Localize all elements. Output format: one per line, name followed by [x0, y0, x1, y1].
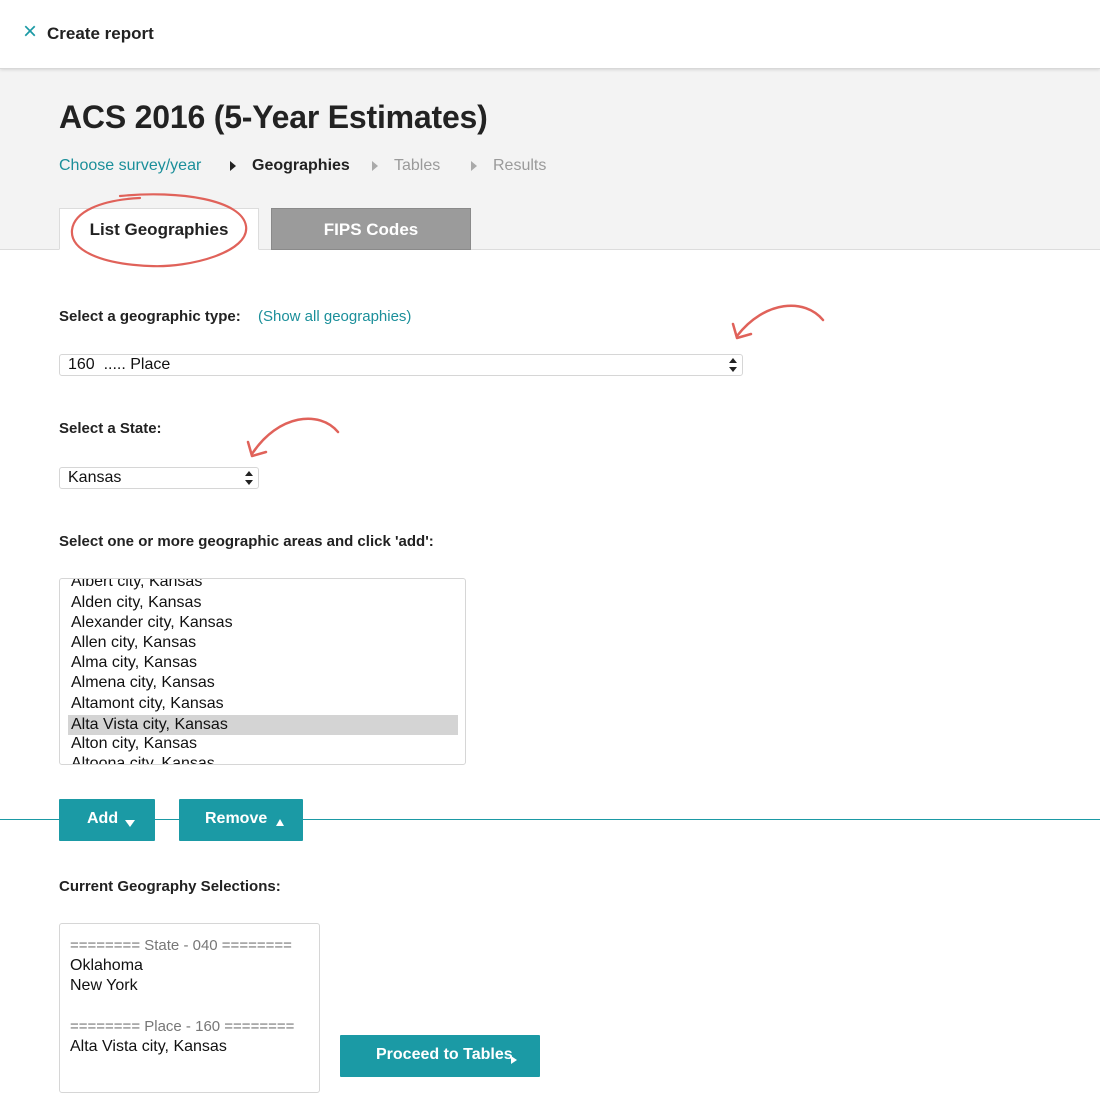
proceed-button-label: Proceed to Tables — [376, 1046, 513, 1063]
top-bar: × Create report — [0, 0, 1100, 69]
chevron-right-icon — [471, 161, 477, 171]
current-selections-label: Current Geography Selections: — [59, 878, 281, 895]
group-header-place: ======== Place - 160 ======== — [70, 1018, 295, 1035]
current-selections-box[interactable]: ======== State - 040 ======== Oklahoma N… — [59, 923, 320, 1093]
chevron-right-icon — [372, 161, 378, 171]
show-all-geographies-link[interactable]: (Show all geographies) — [258, 308, 411, 325]
triangle-right-icon — [511, 1051, 517, 1069]
state-label: Select a State: — [59, 420, 162, 437]
selection-item[interactable]: New York — [70, 976, 138, 996]
tab-list-geographies[interactable]: List Geographies — [59, 208, 259, 250]
list-item[interactable]: Alden city, Kansas — [68, 593, 458, 613]
list-item[interactable]: Albert city, Kansas — [68, 579, 458, 592]
areas-label: Select one or more geographic areas and … — [59, 533, 434, 550]
list-item[interactable]: Almena city, Kansas — [68, 673, 458, 693]
remove-button[interactable]: Remove — [179, 799, 303, 841]
breadcrumb-tables: Tables — [394, 157, 441, 174]
breadcrumb-results: Results — [493, 157, 547, 174]
list-item[interactable]: Allen city, Kansas — [68, 633, 458, 653]
triangle-down-icon — [125, 815, 135, 833]
list-item[interactable]: Alton city, Kansas — [68, 734, 458, 754]
remove-button-label: Remove — [205, 810, 268, 827]
geographic-areas-listbox[interactable]: Albert city, Kansas Alden city, Kansas A… — [59, 578, 466, 765]
list-item[interactable]: Altamont city, Kansas — [68, 694, 458, 714]
geo-type-label: Select a geographic type: — [59, 308, 241, 325]
state-select[interactable]: Kansas — [59, 467, 259, 489]
select-arrows-icon — [729, 358, 737, 372]
list-item[interactable]: Alexander city, Kansas — [68, 613, 458, 633]
list-item[interactable]: Altoona city, Kansas — [68, 754, 458, 764]
arrow-annotation-geo-type — [731, 304, 825, 340]
header-band: ACS 2016 (5-Year Estimates) Choose surve… — [0, 69, 1100, 250]
selection-item[interactable]: Alta Vista city, Kansas — [70, 1037, 227, 1057]
select-arrows-icon — [245, 471, 253, 485]
breadcrumb-geographies: Geographies — [252, 157, 350, 174]
triangle-up-icon — [276, 814, 284, 832]
breadcrumb-choose-survey[interactable]: Choose survey/year — [59, 157, 201, 175]
state-select-value: Kansas — [68, 469, 122, 486]
selection-item[interactable]: Oklahoma — [70, 956, 143, 976]
add-button[interactable]: Add — [59, 799, 155, 841]
tab-fips-codes[interactable]: FIPS Codes — [271, 208, 471, 250]
proceed-to-tables-button[interactable]: Proceed to Tables — [340, 1035, 540, 1077]
page-title: ACS 2016 (5-Year Estimates) — [59, 99, 488, 135]
dialog-title: Create report — [47, 24, 154, 43]
geo-type-select[interactable]: 160 ..... Place — [59, 354, 743, 376]
group-header-state: ======== State - 040 ======== — [70, 937, 292, 954]
list-item[interactable]: Alma city, Kansas — [68, 653, 458, 673]
divider — [0, 819, 1100, 820]
add-button-label: Add — [87, 810, 119, 827]
chevron-right-icon — [230, 161, 236, 171]
geo-type-select-value: 160 ..... Place — [68, 356, 171, 373]
list-item-selected[interactable]: Alta Vista city, Kansas — [68, 715, 458, 735]
arrow-annotation-state — [246, 417, 340, 458]
close-icon[interactable]: × — [20, 20, 40, 44]
